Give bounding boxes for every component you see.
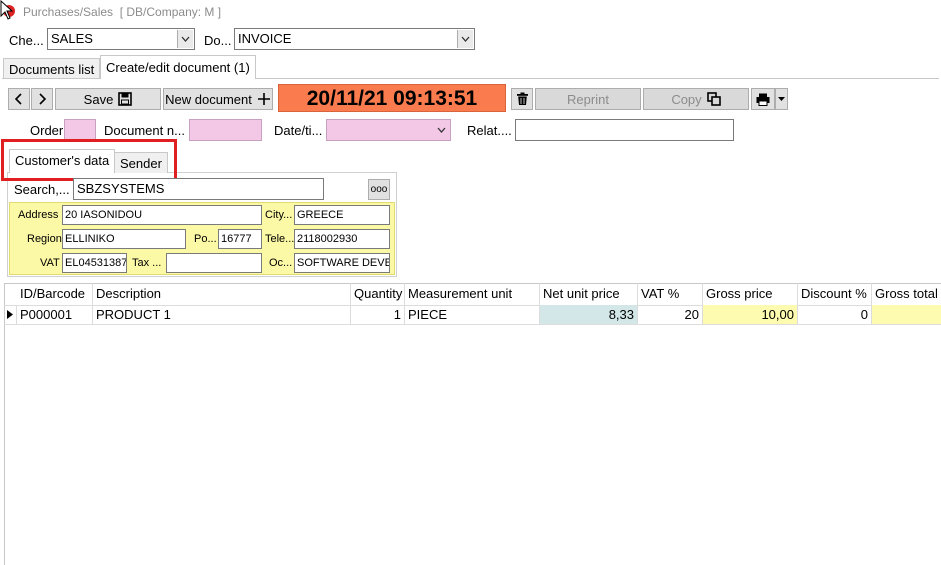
window-subtitle: [ DB/Company: M ] (119, 5, 222, 19)
do-combo[interactable]: INVOICE (234, 28, 475, 50)
col-header-quantity[interactable]: Quantity (351, 283, 405, 305)
telephone-value: 2118002930 (297, 233, 358, 245)
highlight-rectangle (1, 139, 177, 181)
more-options-button[interactable]: ooo (368, 179, 390, 200)
vat-value: EL04531387 (65, 257, 127, 269)
copy-button-label: Copy (671, 91, 702, 107)
address-value: 20 IASONIDOU (65, 209, 143, 221)
chevron-down-icon[interactable] (457, 30, 473, 48)
caret-down-icon (778, 97, 785, 101)
region-label: Region (27, 233, 62, 245)
col-header-discount-percent[interactable]: Discount % (798, 283, 872, 305)
mouse-cursor-icon (0, 0, 14, 23)
table-row-cell-description[interactable]: PRODUCT 1 (93, 305, 351, 325)
table-row-cell-unit[interactable]: PIECE (405, 305, 540, 325)
che-combo-value: SALES (51, 31, 93, 46)
address-label: Address (18, 209, 59, 221)
vat-field[interactable]: EL04531387 (62, 253, 127, 273)
row-indicator[interactable] (4, 305, 17, 325)
search-label: Search,... (14, 182, 70, 197)
col-header-description[interactable]: Description (93, 283, 351, 305)
order-field[interactable] (64, 119, 96, 141)
chevron-left-icon (15, 93, 22, 105)
new-document-button[interactable]: New document (163, 88, 273, 110)
telephone-label: Tele... (265, 233, 295, 245)
tax-office-field[interactable] (166, 253, 262, 273)
tab-create-edit-document[interactable]: Create/edit document (1) (100, 55, 256, 79)
region-field[interactable]: ELLINIKO (62, 229, 186, 249)
datetime-combo[interactable] (326, 119, 451, 141)
related-field[interactable] (515, 119, 734, 141)
floppy-disk-icon (118, 92, 133, 106)
reprint-button-label: Reprint (567, 91, 609, 107)
customer-search-value: SBZSYSTEMS (77, 181, 165, 196)
col-header-id-barcode[interactable]: ID/Barcode (17, 283, 93, 305)
printer-icon (756, 93, 770, 106)
more-options-icon: ooo (370, 184, 388, 195)
do-combo-value: INVOICE (238, 31, 292, 46)
do-label: Do... (204, 33, 232, 48)
new-document-button-label: New document (165, 91, 252, 107)
occupation-value: SOFTWARE DEVEL (297, 257, 390, 269)
print-button[interactable] (751, 88, 775, 110)
occupation-label: Oc... (269, 257, 293, 269)
col-header-measurement-unit[interactable]: Measurement unit (405, 283, 540, 305)
table-row-cell-gross-price[interactable]: 10,00 (703, 305, 798, 325)
related-label: Relat.... (467, 123, 512, 138)
col-header-gross-total[interactable]: Gross total (872, 283, 941, 305)
next-button[interactable] (31, 88, 53, 110)
chevron-down-icon[interactable] (177, 30, 193, 48)
customer-search-input[interactable]: SBZSYSTEMS (73, 178, 324, 200)
reprint-button[interactable]: Reprint (535, 88, 641, 110)
chevron-right-icon (39, 93, 46, 105)
postal-code-label: Po... (194, 233, 217, 245)
print-options-dropdown[interactable] (775, 88, 788, 110)
occupation-field[interactable]: SOFTWARE DEVEL (294, 253, 390, 273)
postal-code-value: 16777 (221, 233, 252, 245)
city-label: City... (265, 209, 293, 221)
copy-icon (706, 92, 721, 106)
col-header-gross-price[interactable]: Gross price (703, 283, 798, 305)
telephone-field[interactable]: 2118002930 (294, 229, 390, 249)
window-title-text: Purchases/Sales (23, 5, 114, 19)
save-button-label: Save (83, 91, 114, 107)
plus-icon (257, 93, 270, 105)
table-row-cell-vat[interactable]: 20 (638, 305, 703, 325)
order-label: Order (30, 123, 64, 138)
chevron-down-icon[interactable] (433, 121, 449, 139)
postal-code-field[interactable]: 16777 (218, 229, 262, 249)
che-label: Che... (9, 33, 44, 48)
datetime-text: 20/11/21 09:13:51 (306, 87, 478, 110)
che-combo[interactable]: SALES (47, 28, 195, 50)
copy-button[interactable]: Copy (643, 88, 749, 110)
table-row-cell-net-price[interactable]: 8,33 (540, 305, 638, 325)
window-title: Purchases/Sales [ DB/Company: M ] (23, 5, 221, 19)
document-number-label: Document n... (104, 123, 185, 138)
table-row-cell-gross-total[interactable] (872, 305, 941, 325)
tax-office-label: Tax ... (132, 257, 162, 269)
trash-icon (516, 92, 528, 105)
region-value: ELLINIKO (65, 233, 115, 245)
col-header-vat-percent[interactable]: VAT % (638, 283, 703, 305)
city-value: GREECE (297, 209, 344, 221)
datetime-label: Date/ti... (274, 123, 323, 138)
current-row-arrow-icon (7, 310, 13, 319)
document-number-field[interactable] (189, 119, 262, 141)
table-row-cell-quantity[interactable]: 1 (351, 305, 405, 325)
datetime-display: 20/11/21 09:13:51 (278, 84, 506, 112)
tab-documents-list[interactable]: Documents list (3, 58, 101, 78)
save-button[interactable]: Save (55, 88, 161, 110)
city-field[interactable]: GREECE (294, 205, 390, 225)
table-row-cell-id[interactable]: P000001 (17, 305, 93, 325)
address-field[interactable]: 20 IASONIDOU (62, 205, 262, 225)
items-grid (4, 283, 941, 565)
prev-button[interactable] (8, 88, 30, 110)
col-header-net-unit-price[interactable]: Net unit price (540, 283, 638, 305)
delete-button[interactable] (511, 88, 533, 110)
vat-label: VAT (40, 257, 60, 269)
table-row-cell-discount[interactable]: 0 (798, 305, 872, 325)
